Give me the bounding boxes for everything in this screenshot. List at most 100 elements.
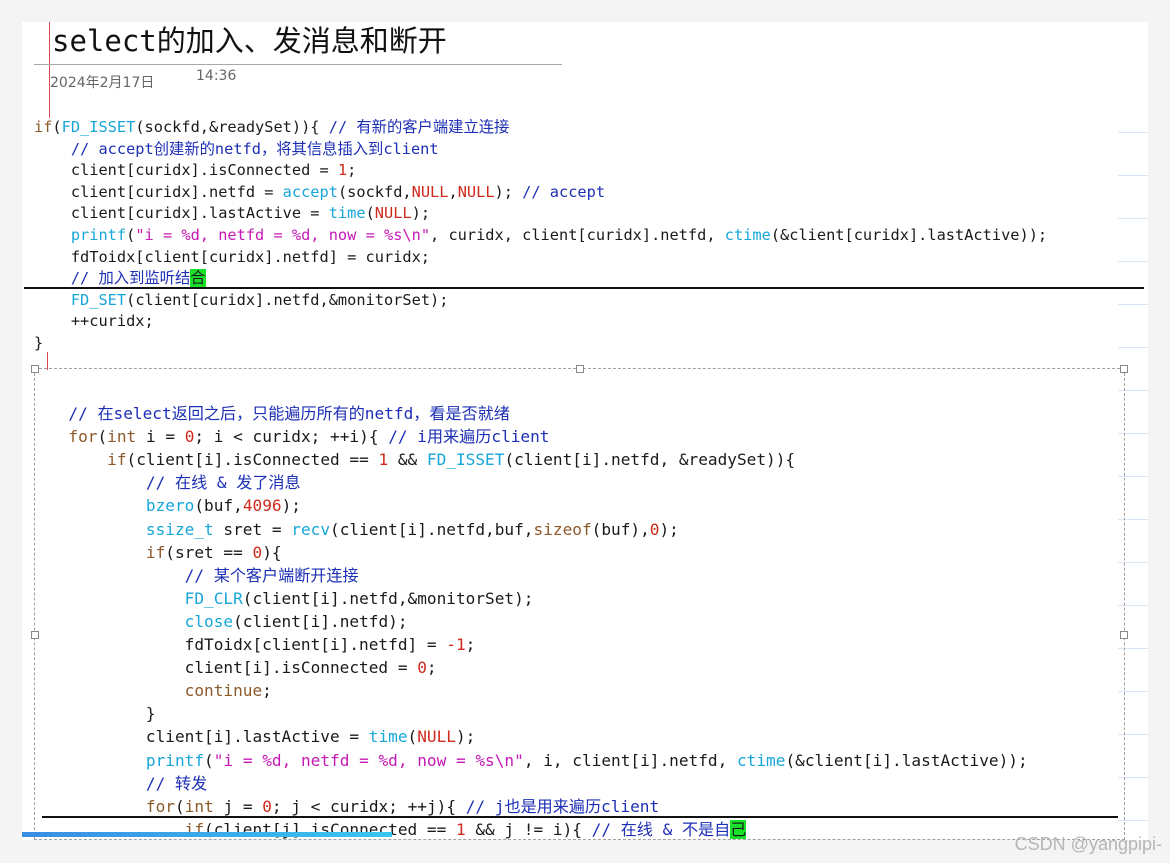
keyword-token: if (34, 118, 53, 136)
code-text: (&client[curidx].lastActive)); (770, 225, 1048, 244)
function-token: time (368, 727, 408, 747)
code-text: ; (426, 658, 437, 678)
code-block-accept[interactable]: if(FD_ISSET(sockfd,&readySet)){ // 有新的客户… (34, 117, 1047, 355)
code-line: bzero(buf,4096); (49, 496, 301, 515)
code-line: ssize_t sret = recv(client[i].netfd,buf,… (49, 520, 679, 539)
code-text: ++curidx; (34, 312, 154, 331)
keyword-token: for (68, 427, 98, 447)
code-line: ++curidx; (34, 312, 154, 330)
code-line: // 在select返回之后，只能遍历所有的netfd，看是否就绪 (49, 404, 510, 424)
number-token: 0 (417, 658, 427, 678)
function-token: printf (145, 750, 205, 770)
code-text: (client[i].netfd); (233, 611, 408, 631)
code-text: , (448, 182, 458, 201)
code-text: ( (126, 225, 136, 244)
code-text: client[curidx].isConnected = (34, 161, 338, 180)
function-token: ssize_t (145, 519, 214, 539)
code-block-select-loop[interactable]: // 在select返回之后，只能遍历所有的netfd，看是否就绪 for(in… (49, 379, 1028, 840)
code-text: (sockfd,&readySet)){ (135, 118, 329, 136)
code-text: ); (494, 182, 523, 201)
code-text: , curidx, client[curidx].netfd, (430, 225, 725, 244)
code-line: for(int i = 0; i < curidx; ++i){ // i用来遍… (49, 427, 549, 446)
resize-handle-top[interactable] (576, 365, 584, 373)
function-token: printf (70, 225, 127, 244)
function-token: FD_SET (70, 290, 127, 309)
ink-line (42, 816, 1118, 818)
code-text: && (388, 450, 427, 470)
code-line: // 某个客户端断开连接 (49, 566, 359, 585)
code-text: , i, client[i].netfd, (523, 750, 737, 770)
note-page[interactable]: select的加入、发消息和断开 2024年2月17日 14:36 if(FD_… (22, 22, 1148, 840)
resize-handle-top-left[interactable] (31, 365, 39, 373)
title-divider (34, 64, 562, 65)
function-token: FD_ISSET (426, 450, 505, 470)
code-line: if(client[i].isConnected == 1 && FD_ISSE… (49, 450, 795, 469)
code-line: continue; (49, 681, 272, 700)
function-token: accept (282, 182, 338, 201)
comment-token: // 转发 (145, 773, 208, 793)
code-line: } (34, 334, 43, 352)
note-time: 14:36 (196, 68, 237, 84)
resize-handle-left[interactable] (31, 631, 39, 639)
code-text: (client[i].netfd,buf, (330, 519, 534, 539)
comment-token: // 某个客户端断开连接 (184, 565, 359, 585)
code-text: (buf), (591, 519, 650, 539)
comment-token: // 有新的客户端建立连接 (328, 118, 510, 136)
code-line: for(int j = 0; j < curidx; ++j){ // j也是用… (49, 797, 659, 816)
keyword-token: continue (184, 681, 263, 701)
code-line: // accept创建新的netfd，将其信息插入到client (34, 140, 439, 158)
code-line: // 加入到监听结合 (34, 269, 206, 288)
code-text: (client[i].netfd,&monitorSet); (242, 588, 534, 608)
code-text: (&client[i].lastActive)); (785, 750, 1028, 770)
number-token: 0 (262, 796, 272, 816)
string-token: "i = %d, netfd = %d, now = %s\n" (213, 750, 524, 770)
code-text: ; j < curidx; ++j){ (271, 796, 466, 816)
number-token: NULL (411, 182, 449, 201)
keyword-token: int (184, 796, 214, 816)
code-text: ( (204, 750, 214, 770)
code-line: client[curidx].netfd = accept(sockfd,NUL… (34, 183, 605, 201)
number-token: 0 (252, 542, 263, 562)
comment-token: // accept创建新的netfd，将其信息插入到client (70, 139, 439, 158)
code-line: close(client[i].netfd); (49, 612, 408, 631)
code-text: } (49, 704, 156, 724)
watermark: CSDN @yangpipi- (1014, 834, 1162, 854)
number-token: 0 (184, 427, 195, 447)
resize-handle-right[interactable] (1120, 631, 1128, 639)
code-line: printf("i = %d, netfd = %d, now = %s\n",… (49, 751, 1028, 770)
comment-token: // 在select返回之后，只能遍历所有的netfd，看是否就绪 (68, 404, 510, 424)
ink-line (24, 287, 1144, 289)
code-text: ( (407, 727, 418, 747)
code-text: ( (52, 118, 62, 136)
page-title[interactable]: select的加入、发消息和断开 (52, 22, 447, 60)
number-token: NULL (417, 727, 456, 747)
code-line: FD_SET(client[curidx].netfd,&monitorSet)… (34, 290, 449, 309)
code-text: j = (213, 796, 263, 816)
code-text: fdToidx[client[curidx].netfd] = curidx; (34, 247, 431, 266)
highlighted-char: 己 (730, 819, 747, 839)
code-line: printf("i = %d, netfd = %d, now = %s\n",… (34, 226, 1047, 244)
scroll-progress-bar (22, 832, 392, 837)
code-text: (client[i].isConnected == (126, 450, 379, 470)
function-token: ctime (724, 225, 771, 244)
code-line: client[i].lastActive = time(NULL); (49, 727, 475, 746)
code-line: FD_CLR(client[i].netfd,&monitorSet); (49, 588, 534, 608)
code-text: ); (659, 519, 679, 539)
code-text: sret = (213, 519, 292, 539)
code-text: ); (455, 727, 476, 747)
code-text: (client[i].netfd, &readySet)){ (504, 450, 796, 470)
code-text: ); (411, 204, 431, 223)
code-text: ); (281, 496, 301, 516)
function-token: close (184, 611, 234, 631)
function-token: FD_CLR (184, 588, 243, 608)
resize-handle-top-right[interactable] (1120, 365, 1128, 373)
code-text: ){ (262, 542, 282, 562)
